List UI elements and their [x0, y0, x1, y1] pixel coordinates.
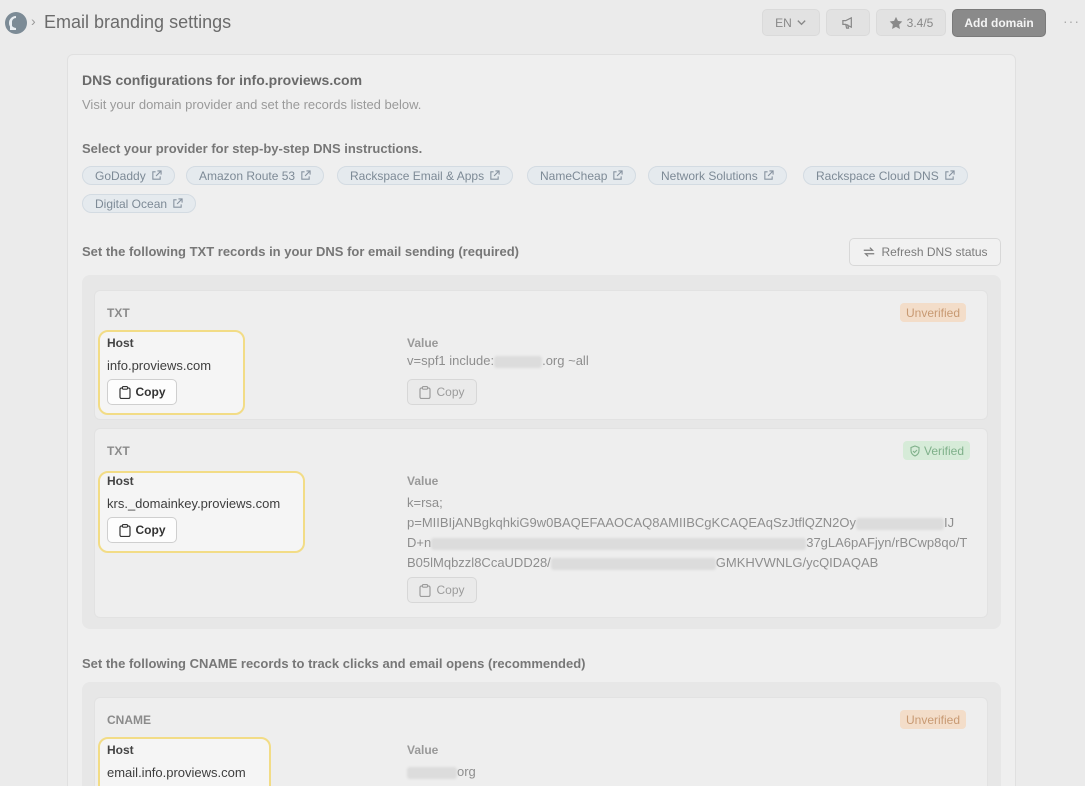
host-label: Host [107, 743, 134, 757]
host-value: email.info.proviews.com [107, 765, 246, 780]
language-select[interactable]: EN [762, 9, 820, 36]
status-label: Verified [924, 443, 965, 458]
provider-chip-godaddy[interactable]: GoDaddy [82, 166, 175, 185]
dns-subheading: Visit your domain provider and set the r… [82, 97, 422, 112]
value-part: D+n [407, 535, 432, 550]
provider-label: Network Solutions [661, 168, 758, 183]
value-line: k=rsa; [407, 495, 443, 510]
txt-records-heading: Set the following TXT records in your DN… [82, 244, 519, 259]
value-part: p=MIIBIjANBgkqhkiG9w0BAQEFAAOCAQ8AMIIBCg… [407, 515, 857, 530]
value-prefix: v=spf1 include: [407, 353, 495, 368]
cname-record: CNAME Unverified Host email.info.proview… [94, 697, 988, 786]
external-link-icon [151, 170, 162, 180]
refresh-dns-status-button[interactable]: Refresh DNS status [849, 238, 1001, 266]
cname-records-heading: Set the following CNAME records to track… [82, 656, 586, 671]
provider-heading: Select your provider for step-by-step DN… [82, 141, 423, 156]
page-title: Email branding settings [44, 12, 232, 32]
provider-chip-rackspace-email[interactable]: Rackspace Email & Apps [337, 166, 514, 185]
value-part: 37gLA6pAFjyn/rBCwp8qo/T [806, 535, 968, 550]
record-type: TXT [107, 306, 130, 320]
language-label: EN [775, 15, 792, 30]
txt-records-group: TXT Unverified Host info.proviews.com Co… [82, 275, 1001, 629]
copy-label: Copy [135, 385, 166, 399]
provider-chip-namecheap[interactable]: NameCheap [527, 166, 637, 185]
external-link-icon [301, 170, 311, 180]
copy-label: Copy [436, 583, 465, 597]
record-type: CNAME [107, 713, 151, 727]
megaphone-icon [841, 16, 852, 29]
redacted-text [407, 766, 457, 779]
value-label: Value [407, 336, 439, 350]
dns-configuration-card: DNS configurations for info.proviews.com… [67, 54, 1016, 786]
clipboard-icon [419, 385, 432, 399]
provider-label: Digital Ocean [95, 196, 168, 211]
provider-chip-amazon-route-53[interactable]: Amazon Route 53 [186, 166, 325, 185]
external-link-icon [945, 170, 955, 180]
value-label: Value [407, 743, 439, 757]
value-label: Value [407, 474, 439, 488]
redacted-text [431, 537, 807, 550]
provider-chip-network-solutions[interactable]: Network Solutions [648, 166, 787, 185]
copy-host-button[interactable]: Copy [107, 517, 177, 543]
value-text: org [407, 762, 476, 782]
provider-label: NameCheap [540, 168, 608, 183]
external-link-icon [490, 170, 500, 180]
host-value: info.proviews.com [107, 358, 212, 373]
refresh-label: Refresh DNS status [881, 245, 988, 259]
value-part: B05lMqbzzl8CcaUDD28/ [407, 555, 551, 570]
provider-label: Rackspace Cloud DNS [816, 168, 939, 183]
provider-chip-rackspace-cloud-dns[interactable]: Rackspace Cloud DNS [803, 166, 968, 185]
external-link-icon [764, 170, 774, 180]
chevron-down-icon [797, 20, 806, 26]
value-part: IJ [944, 515, 955, 530]
copy-value-button[interactable]: Copy [407, 379, 477, 405]
clipboard-icon [118, 385, 131, 399]
txt-record-dkim: TXT Verified Host krs._domainkey.proview… [94, 428, 988, 618]
rating-button[interactable]: 3.4/5 [876, 9, 946, 36]
value-line: B05lMqbzzl8CcaUDD28/GMKHVWNLG/ycQIDAQAB [407, 553, 977, 573]
announcements-button[interactable] [826, 9, 870, 36]
clipboard-icon [419, 583, 432, 597]
star-icon [889, 16, 902, 29]
value-line: D+n 37gLA6pAFjyn/rBCwp8qo/T [407, 533, 977, 553]
dns-heading: DNS configurations for info.proviews.com [82, 72, 363, 88]
value-suffix: .org ~all [542, 353, 589, 368]
add-domain-button[interactable]: Add domain [952, 9, 1046, 37]
value-line: p=MIIBIjANBgkqhkiG9w0BAQEFAAOCAQ8AMIIBCg… [407, 513, 977, 533]
host-label: Host [107, 474, 134, 488]
external-link-icon [173, 198, 183, 208]
redacted-text [550, 557, 716, 570]
value-text: v=spf1 include: .org ~all [407, 351, 589, 371]
value-part: GMKHVWNLG/ycQIDAQAB [715, 555, 879, 570]
host-label: Host [107, 336, 134, 350]
status-badge: Unverified [900, 710, 967, 729]
redacted-text [856, 517, 945, 530]
clipboard-icon [118, 523, 131, 537]
copy-label: Copy [436, 385, 465, 399]
status-badge: Unverified [900, 303, 967, 322]
provider-label: GoDaddy [95, 168, 146, 183]
copy-value-button[interactable]: Copy [407, 577, 477, 603]
record-type: TXT [107, 444, 130, 458]
copy-label: Copy [135, 523, 166, 537]
provider-label: Rackspace Email & Apps [350, 168, 485, 183]
provider-label: Amazon Route 53 [199, 168, 296, 183]
status-badge: Verified [903, 441, 971, 460]
top-bar: › Email branding settings EN 3.4/5 Add d… [0, 0, 1085, 46]
app-logo-icon[interactable] [5, 12, 27, 34]
cname-records-group: CNAME Unverified Host email.info.proview… [82, 682, 1001, 786]
shield-check-icon [910, 444, 920, 457]
breadcrumb-separator: › [31, 13, 36, 29]
refresh-icon [864, 247, 875, 257]
external-link-icon [613, 170, 624, 180]
more-options-icon[interactable]: ··· [1063, 13, 1080, 29]
rating-value: 3.4/5 [906, 15, 934, 30]
value-text: k=rsa; p=MIIBIjANBgkqhkiG9w0BAQEFAAOCAQ8… [407, 493, 977, 573]
value-suffix: org [457, 764, 476, 779]
txt-record-spf: TXT Unverified Host info.proviews.com Co… [94, 290, 988, 420]
provider-chip-digital-ocean[interactable]: Digital Ocean [82, 194, 197, 213]
host-value: krs._domainkey.proviews.com [107, 496, 281, 511]
redacted-text [494, 355, 543, 368]
copy-host-button[interactable]: Copy [107, 379, 177, 405]
